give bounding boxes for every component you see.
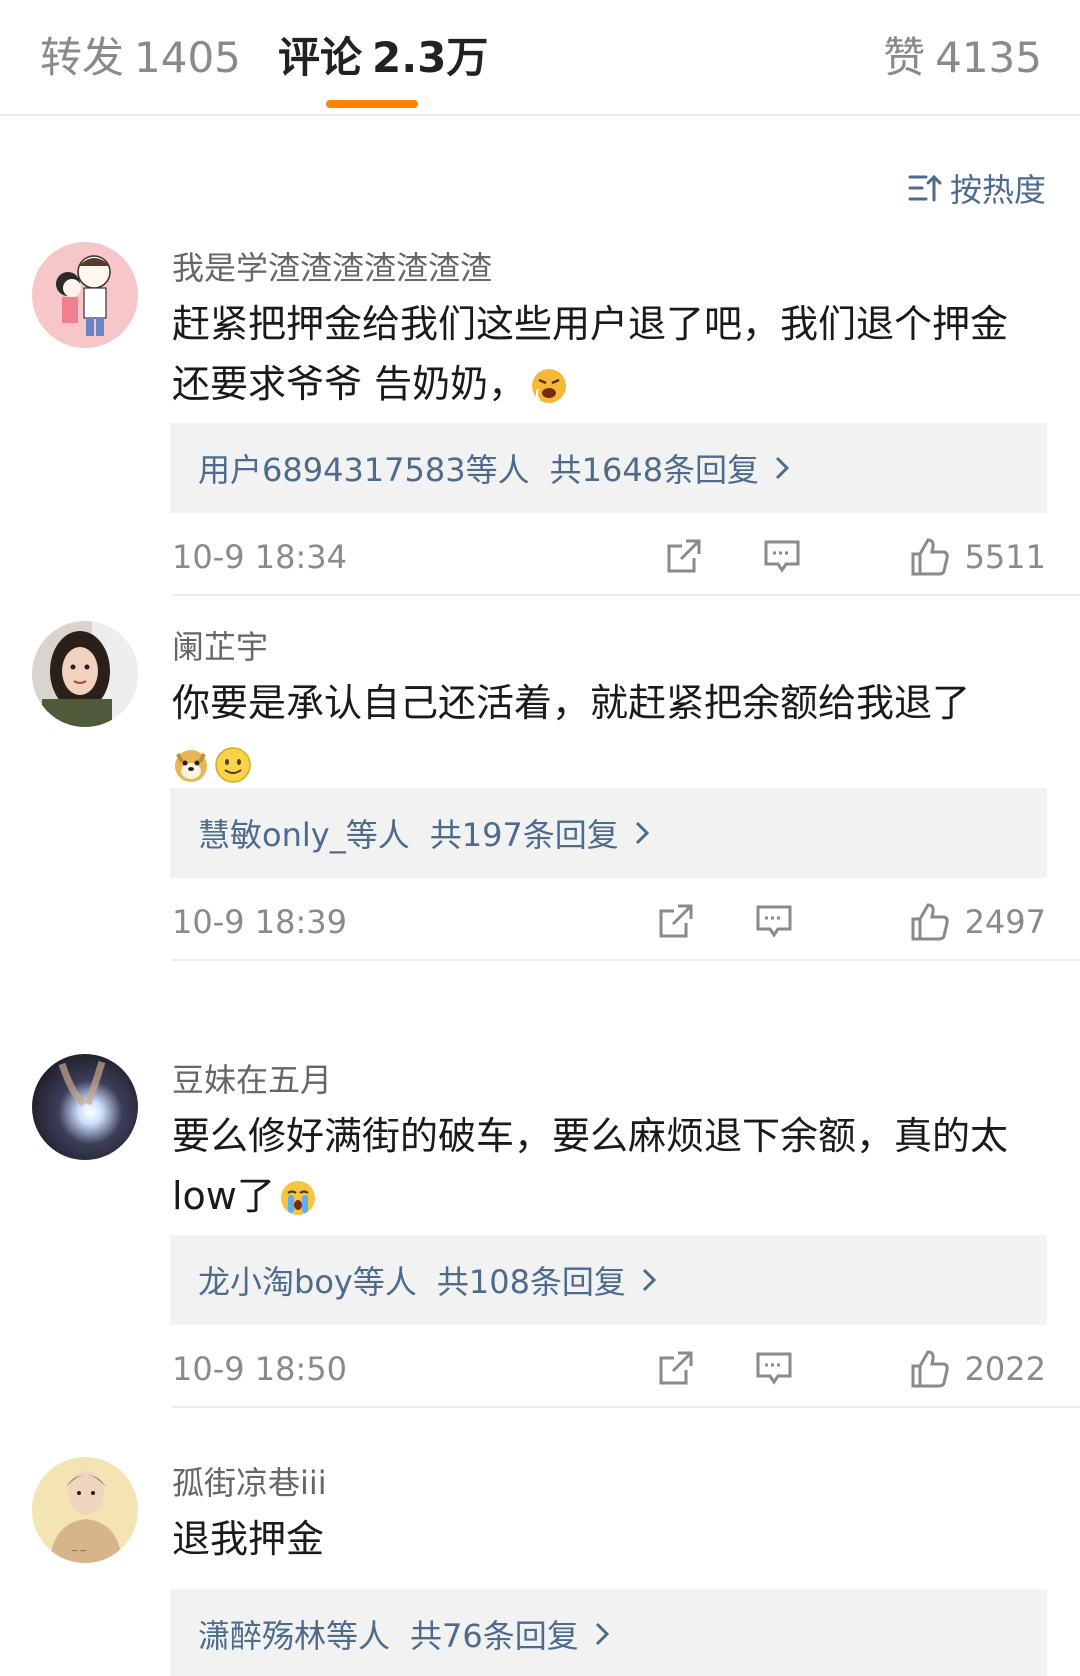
tab-comments-label: 评论: [278, 33, 363, 82]
username[interactable]: 豆妹在五月: [172, 1058, 332, 1102]
avatar[interactable]: [32, 621, 138, 727]
like-button[interactable]: 2022: [909, 1344, 1046, 1394]
crying-face-emoji: [280, 1181, 315, 1215]
timestamp: 10-9 18:50: [172, 1350, 348, 1388]
username[interactable]: 阑芷宇: [172, 625, 268, 669]
avatar[interactable]: [32, 1054, 138, 1160]
reply-total: 共197条回复: [429, 816, 619, 854]
reply-total: 共108条回复: [436, 1263, 626, 1301]
comment-meta: 10-9 18:39 2497: [172, 897, 1046, 947]
tab-likes-label: 赞: [883, 33, 926, 82]
like-count: 2497: [964, 903, 1046, 941]
thumbs-up-icon: [911, 1350, 949, 1388]
angry-face-emoji: [532, 369, 567, 403]
timestamp: 10-9 18:34: [172, 538, 348, 576]
divider: [172, 1406, 1080, 1408]
comment-body: 赶紧把押金给我们这些用户退了吧，我们退个押金还要求爷爷 告奶奶，: [172, 302, 1009, 406]
chevron-right-icon: [642, 1268, 656, 1292]
comment-text: 赶紧把押金给我们这些用户退了吧，我们退个押金还要求爷爷 告奶奶，: [172, 294, 1040, 414]
comment-text: 要么修好满街的破车，要么麻烦退下余额，真的太low了: [172, 1106, 1040, 1226]
active-tab-indicator: [326, 100, 418, 108]
avatar[interactable]: _ _: [32, 1457, 138, 1563]
comment-text: 你要是承认自己还活着，就赶紧把余额给我退了: [172, 673, 1040, 793]
reply-total: 共1648条回复: [549, 451, 760, 489]
reply-users: 用户6894317583等人: [198, 451, 530, 489]
reply-summary[interactable]: 潇醉殇林等人 共76条回复: [170, 1589, 1047, 1676]
chevron-right-icon: [595, 1622, 609, 1646]
share-icon[interactable]: [656, 901, 696, 941]
reply-total: 共76条回复: [410, 1617, 579, 1655]
timestamp: 10-9 18:39: [172, 903, 348, 941]
username[interactable]: 我是学渣渣渣渣渣渣渣: [172, 246, 492, 290]
divider: [172, 959, 1080, 961]
reply-users: 慧敏only_等人: [198, 816, 410, 854]
thumbs-up-icon: [911, 903, 949, 941]
like-count: 5511: [964, 538, 1046, 576]
tab-repost-count: 1405: [134, 33, 241, 82]
tab-repost[interactable]: 转发 1405: [40, 30, 241, 86]
share-icon[interactable]: [656, 1348, 696, 1388]
comments-page: 转发 1405 评论 2.3万 赞 4135 按热度 我是学渣渣渣渣渣渣渣 赶紧…: [0, 0, 1080, 1676]
comment-body: 你要是承认自己还活着，就赶紧把余额给我退了: [172, 681, 971, 725]
comment-icon[interactable]: [762, 536, 802, 576]
sort-icon: [908, 174, 942, 202]
reply-users: 潇醉殇林等人: [198, 1617, 391, 1655]
divider: [172, 594, 1080, 596]
like-button[interactable]: 5511: [909, 532, 1046, 582]
like-count: 2022: [964, 1350, 1046, 1388]
reply-summary[interactable]: 龙小淘boy等人 共108条回复: [170, 1235, 1047, 1325]
chevron-right-icon: [635, 821, 649, 845]
avatar[interactable]: [32, 242, 138, 348]
svg-text:_ _: _ _: [71, 1541, 86, 1552]
like-button[interactable]: 2497: [909, 897, 1046, 947]
chevron-right-icon: [776, 456, 790, 480]
comment-icon[interactable]: [754, 1348, 794, 1388]
doge-emoji: [175, 750, 207, 782]
tab-repost-label: 转发: [40, 33, 125, 82]
sort-label: 按热度: [949, 171, 1046, 209]
thumbs-up-icon: [911, 538, 949, 576]
comment-body: 退我押金: [172, 1517, 325, 1561]
comment-text: 退我押金: [172, 1509, 1040, 1569]
comment-meta: 10-9 18:34 5511: [172, 532, 1046, 582]
tab-bar: 转发 1405 评论 2.3万 赞 4135: [0, 0, 1080, 116]
tab-likes[interactable]: 赞 4135: [883, 30, 1042, 86]
reply-users: 龙小淘boy等人: [198, 1263, 417, 1301]
tab-comments-count: 2.3万: [372, 33, 489, 82]
comment-meta: 10-9 18:50 2022: [172, 1344, 1046, 1394]
tab-likes-count: 4135: [935, 33, 1042, 82]
sort-button[interactable]: 按热度: [908, 166, 1046, 210]
reply-summary[interactable]: 用户6894317583等人 共1648条回复: [170, 423, 1047, 513]
reply-summary[interactable]: 慧敏only_等人 共197条回复: [170, 788, 1047, 878]
username[interactable]: 孤街凉巷iii: [172, 1461, 327, 1505]
tab-comments[interactable]: 评论 2.3万: [278, 30, 488, 86]
share-icon[interactable]: [664, 536, 704, 576]
smile-emoji: [215, 747, 251, 783]
comment-icon[interactable]: [754, 901, 794, 941]
